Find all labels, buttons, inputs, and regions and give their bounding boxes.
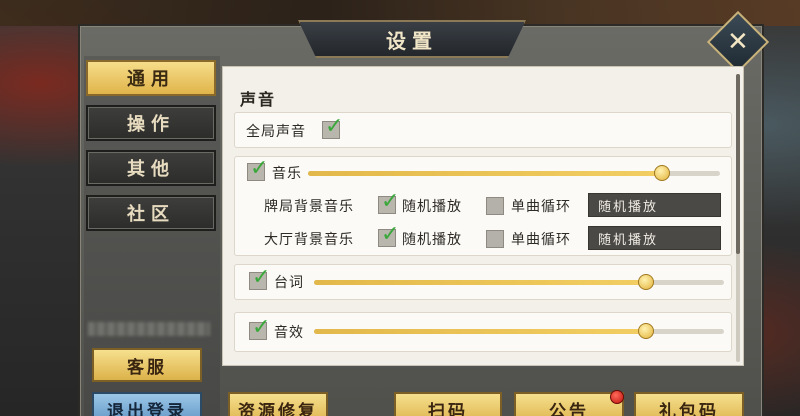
tab-community[interactable]: 社区 [86, 195, 216, 231]
resource-repair-label: 资源修复 [238, 401, 318, 416]
notice-button[interactable]: 公告 [514, 392, 624, 416]
tab-general-label: 通用 [127, 69, 175, 90]
music-label: 音乐 [272, 166, 302, 182]
scan-qr-button[interactable]: 扫码 [394, 392, 502, 416]
lobby-bgm-random-label: 随机播放 [402, 232, 462, 248]
tab-other[interactable]: 其他 [86, 150, 216, 186]
customer-service-button[interactable]: 客服 [92, 348, 202, 382]
global-sound-label: 全局声音 [246, 124, 306, 140]
logout-label: 退出登录 [107, 401, 187, 416]
effects-label: 音效 [274, 325, 304, 341]
tab-community-label: 社区 [127, 204, 175, 225]
lobby-bgm-label: 大厅背景音乐 [264, 232, 354, 248]
gift-code-label: 礼包码 [659, 401, 719, 416]
music-volume-slider[interactable] [308, 165, 720, 181]
check-icon: ✓ [252, 315, 271, 340]
music-checkbox[interactable]: ✓ [247, 158, 268, 181]
lobby-bgm-loop-label: 单曲循环 [511, 232, 571, 248]
table-bgm-loop-label: 单曲循环 [511, 199, 571, 215]
effects-volume-slider[interactable] [314, 323, 724, 339]
table-bgm-random-label: 随机播放 [402, 199, 462, 215]
dialog-title: 设置 [386, 28, 438, 53]
tab-controls[interactable]: 操作 [86, 105, 216, 141]
check-icon: ✓ [381, 222, 400, 247]
notice-label: 公告 [549, 401, 589, 416]
scrollbar-thumb[interactable] [736, 74, 740, 254]
check-icon: ✓ [325, 114, 344, 139]
effects-volume-knob[interactable] [638, 323, 655, 339]
voice-label: 台词 [274, 275, 304, 291]
tab-other-label: 其他 [127, 159, 175, 180]
effects-checkbox[interactable]: ✓ [249, 317, 270, 340]
check-icon: ✓ [381, 189, 400, 214]
voice-volume-knob[interactable] [638, 274, 655, 290]
lobby-bgm-random-checkbox[interactable]: ✓ [378, 224, 399, 247]
global-sound-card [234, 112, 732, 148]
gift-code-button[interactable]: 礼包码 [634, 392, 744, 416]
tab-general[interactable]: 通用 [86, 60, 216, 96]
notice-badge-dot [610, 390, 624, 404]
title-banner: 设置 [298, 20, 526, 58]
effects-volume-fill [314, 329, 647, 334]
lobby-bgm-loop-checkbox[interactable] [486, 230, 504, 248]
music-volume-fill [308, 171, 663, 176]
global-sound-checkbox[interactable]: ✓ [322, 116, 343, 139]
close-x-icon: ✕ [727, 26, 749, 57]
voice-volume-fill [314, 280, 647, 285]
table-bgm-random-checkbox[interactable]: ✓ [378, 191, 399, 214]
table-bgm-label: 牌局背景音乐 [264, 199, 354, 215]
lobby-bgm-mode-dropdown[interactable]: 随机播放 [588, 226, 721, 250]
voice-volume-slider[interactable] [314, 274, 724, 290]
table-bgm-loop-checkbox[interactable] [486, 197, 504, 215]
check-icon: ✓ [250, 156, 269, 181]
resource-repair-button[interactable]: 资源修复 [228, 392, 328, 416]
customer-service-label: 客服 [127, 357, 167, 378]
logout-button[interactable]: 退出登录 [92, 392, 202, 416]
blurred-account-info [88, 322, 210, 336]
voice-checkbox[interactable]: ✓ [249, 267, 270, 290]
check-icon: ✓ [252, 265, 271, 290]
scan-qr-label: 扫码 [428, 401, 468, 416]
tab-controls-label: 操作 [127, 114, 175, 135]
sound-section-title: 声音 [240, 90, 277, 109]
table-bgm-mode-dropdown[interactable]: 随机播放 [588, 193, 721, 217]
